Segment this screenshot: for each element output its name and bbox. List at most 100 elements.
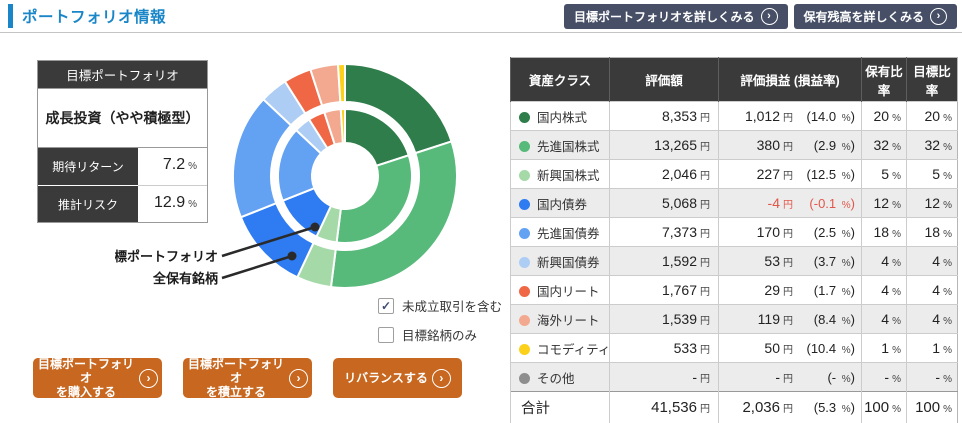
- unit-label: %: [892, 316, 901, 327]
- unit-label: %: [892, 258, 901, 269]
- rebalance-button[interactable]: リバランスする ›: [333, 358, 462, 398]
- target-portfolio-detail-button[interactable]: 目標ポートフォリオを詳しくみる ›: [564, 4, 788, 29]
- cell-holding-ratio: 4%: [861, 275, 907, 305]
- unit-label: %: [892, 404, 901, 415]
- table-row: 海外リート 1,539 円 119 円 (8.4 %) 4% 4%: [510, 304, 958, 334]
- donut-segment: [336, 62, 346, 104]
- cell-gain-loss: 170 円 (2.5 %): [718, 217, 862, 247]
- cell-target-ratio: 5%: [906, 159, 958, 189]
- unit-label: 円: [783, 113, 793, 124]
- cell-asset-class: その他: [510, 362, 610, 392]
- unit-label: 円: [700, 316, 710, 327]
- unit-label: %: [841, 404, 851, 415]
- asset-label: 国内債券: [537, 197, 588, 212]
- include-pending-trades-option[interactable]: ✓ 未成立取引を含む: [378, 296, 502, 315]
- unit-label: 円: [783, 258, 793, 269]
- target-portfolio-detail-label: 目標ポートフォリオを詳しくみる: [574, 10, 755, 24]
- cell-target-ratio: 100%: [906, 391, 958, 423]
- target-securities-only-option[interactable]: 目標銘柄のみ: [378, 325, 502, 344]
- accumulate-target-portfolio-button[interactable]: 目標ポートフォリオ を積立する ›: [183, 357, 312, 399]
- unit-label: %: [841, 171, 851, 182]
- cell-valuation: 41,536 円: [609, 391, 719, 423]
- cell-gain-loss: -4 円 (-0.1 %): [718, 188, 862, 218]
- asset-label: 先進国債券: [537, 226, 600, 241]
- table-row: 新興国株式 2,046 円 227 円 (12.5 %) 5% 5%: [510, 159, 958, 189]
- unit-label: %: [841, 142, 851, 153]
- cell-valuation: 1,539 円: [609, 304, 719, 334]
- holdings-detail-button[interactable]: 保有残高を詳しくみる ›: [793, 4, 957, 29]
- cell-target-ratio: 18%: [906, 217, 958, 247]
- cell-target-ratio: -%: [906, 362, 958, 392]
- chevron-right-icon: ›: [139, 368, 158, 388]
- unit-label: %: [943, 142, 952, 153]
- title-accent-bar: [8, 4, 13, 28]
- cell-gain-loss: 380 円 (2.9 %): [718, 130, 862, 160]
- cell-target-ratio: 20%: [906, 101, 958, 131]
- unit-label: %: [892, 171, 901, 182]
- column-header: 評価額: [609, 57, 719, 102]
- cell-valuation: 1,767 円: [609, 275, 719, 305]
- cell-valuation: -円: [609, 362, 719, 392]
- cell-valuation: 7,373 円: [609, 217, 719, 247]
- asset-label: 合計: [521, 401, 550, 417]
- cell-valuation: 8,353 円: [609, 101, 719, 131]
- outer-ring-dot: [287, 251, 297, 261]
- header-divider: [0, 32, 962, 33]
- label-line2: を購入する: [55, 385, 116, 399]
- unit-label: %: [943, 171, 952, 182]
- cell-gain-loss: 227 円 (12.5 %): [718, 159, 862, 189]
- cell-gain-loss: 53 円 (3.7 %): [718, 246, 862, 276]
- inner-ring-dot: [310, 222, 320, 232]
- cell-asset-class: 先進国株式: [510, 130, 610, 160]
- cell-gain-loss: 119 円 (8.4 %): [718, 304, 862, 334]
- column-header: 保有比率: [861, 57, 907, 102]
- gain-rate: (14.0 %): [806, 109, 856, 124]
- unit-label: %: [841, 345, 851, 356]
- unit-label: 円: [783, 229, 793, 240]
- buy-target-portfolio-button[interactable]: 目標ポートフォリオ を購入する ›: [33, 357, 162, 399]
- unit-label: %: [841, 287, 851, 298]
- unit-label: %: [943, 287, 952, 298]
- cell-valuation: 533 円: [609, 333, 719, 363]
- cell-gain-loss: 2,036 円 (5.3 %): [718, 391, 862, 423]
- unit-label: %: [892, 142, 901, 153]
- unit-label: %: [841, 113, 851, 124]
- unit-label: 円: [700, 200, 710, 211]
- gain-rate: (10.4 %): [806, 341, 856, 356]
- unit-label: 円: [783, 287, 793, 298]
- cell-holding-ratio: 32%: [861, 130, 907, 160]
- asset-color-dot-icon: [519, 256, 530, 268]
- gain-rate: (12.5 %): [806, 167, 856, 182]
- accumulate-target-portfolio-label: 目標ポートフォリオ を積立する: [187, 357, 285, 399]
- table-row: 新興国債券 1,592 円 53 円 (3.7 %) 4% 4%: [510, 246, 958, 276]
- cell-holding-ratio: 100%: [861, 391, 907, 423]
- unit-label: %: [892, 229, 901, 240]
- unit-label: 円: [700, 113, 710, 124]
- section-header: ポートフォリオ情報: [8, 4, 166, 28]
- unit-label: %: [943, 345, 952, 356]
- unit-label: %: [943, 200, 952, 211]
- table-row: 国内債券 5,068 円 -4 円 (-0.1 %) 12% 12%: [510, 188, 958, 218]
- unit-label: %: [841, 374, 851, 385]
- gain-amount: 227 円: [756, 166, 793, 182]
- portfolio-donut-chart: 目標ポートフォリオ 全保有銘柄: [115, 62, 459, 289]
- unit-label: %: [892, 200, 901, 211]
- unit-label: %: [943, 374, 952, 385]
- cell-target-ratio: 4%: [906, 304, 958, 334]
- inner-ring-label: 目標ポートフォリオ: [115, 249, 218, 264]
- column-header: 資産クラス: [510, 57, 610, 102]
- target-securities-only-checkbox[interactable]: [378, 326, 394, 343]
- unit-label: 円: [700, 142, 710, 153]
- cell-asset-class: 先進国債券: [510, 217, 610, 247]
- cell-target-ratio: 4%: [906, 246, 958, 276]
- table-row: コモディティ 533 円 50 円 (10.4 %) 1% 1%: [510, 333, 958, 363]
- cell-holding-ratio: -%: [861, 362, 907, 392]
- table-row: 国内株式 8,353 円 1,012 円 (14.0 %) 20% 20%: [510, 101, 958, 131]
- asset-label: 国内リート: [537, 284, 600, 299]
- include-pending-trades-checkbox[interactable]: ✓: [378, 297, 394, 314]
- label-line2: を積立する: [205, 385, 266, 399]
- gain-rate: (8.4 %): [813, 312, 855, 327]
- unit-label: %: [841, 316, 851, 327]
- asset-color-dot-icon: [519, 227, 530, 239]
- cell-gain-loss: - 円 (- %): [718, 362, 862, 392]
